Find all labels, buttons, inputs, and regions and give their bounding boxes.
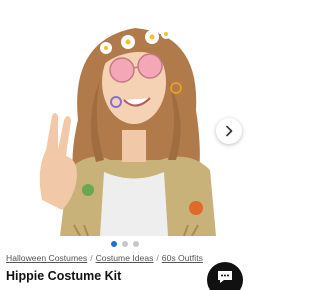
model-photo [39,28,216,236]
product-image[interactable] [0,0,250,236]
breadcrumb-separator: / [90,253,93,263]
next-image-button[interactable] [216,118,242,144]
breadcrumb-link-halloween-costumes[interactable]: Halloween Costumes [6,253,87,263]
chat-bubble-icon [218,271,232,283]
product-title: Hippie Costume Kit [6,269,122,283]
breadcrumb-link-60s-outfits[interactable]: 60s Outfits [162,253,203,263]
chat-button[interactable] [207,262,243,290]
image-pagination [0,241,250,247]
breadcrumb-link-costume-ideas[interactable]: Costume Ideas [96,253,154,263]
pagination-dot-3[interactable] [133,241,139,247]
pagination-dot-1[interactable] [111,241,117,247]
breadcrumb-separator: / [156,253,159,263]
pagination-dot-2[interactable] [122,241,128,247]
chevron-right-icon [226,125,233,137]
breadcrumb: Halloween Costumes / Costume Ideas/60s Out… [6,253,246,263]
